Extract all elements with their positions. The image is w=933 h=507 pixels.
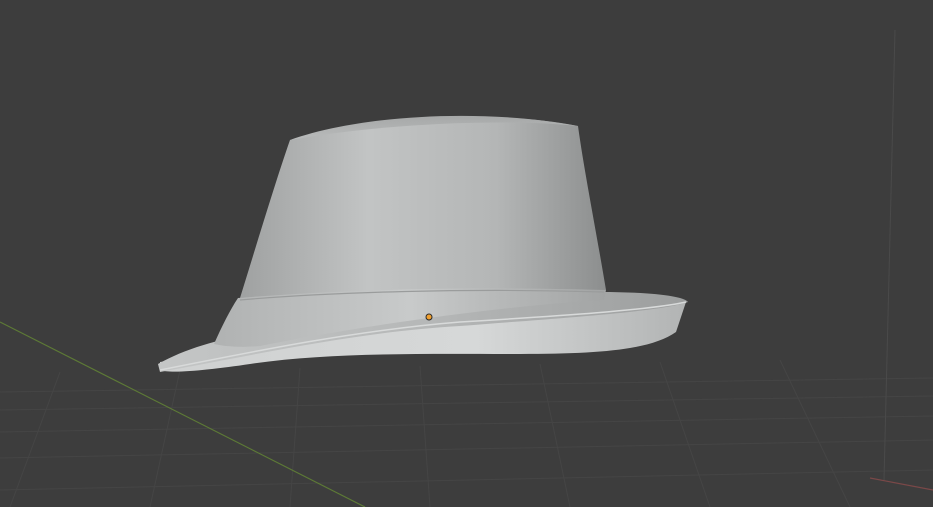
object-origin-dot[interactable] [425, 313, 433, 321]
viewport-canvas[interactable] [0, 0, 933, 507]
hat-crown [240, 117, 606, 299]
3d-viewport[interactable] [0, 0, 933, 507]
